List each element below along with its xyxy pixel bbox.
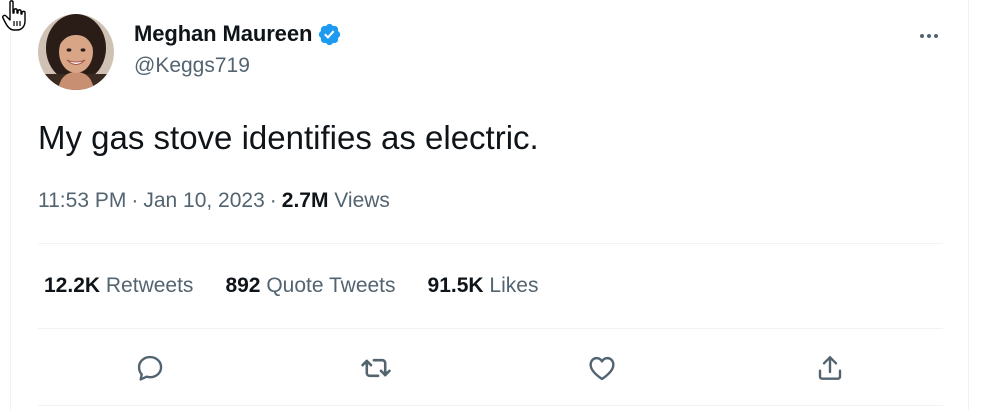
quote-tweets-label: Quote Tweets [266, 274, 396, 297]
avatar[interactable] [38, 14, 114, 90]
verified-badge-icon [319, 23, 341, 45]
tweet-time[interactable]: 11:53 PM [38, 189, 126, 212]
divider [38, 328, 943, 329]
tweet-date[interactable]: Jan 10, 2023 [143, 189, 264, 212]
retweet-icon [361, 358, 391, 378]
display-name[interactable]: Meghan Maureen [134, 21, 312, 47]
timeline-border-right [968, 0, 969, 410]
reply-icon [137, 355, 163, 381]
likes-stat[interactable]: 91.5K Likes [428, 274, 539, 298]
more-options-button[interactable] [914, 26, 944, 46]
share-button[interactable] [810, 348, 850, 388]
likes-label: Likes [489, 274, 539, 297]
tweet-metadata: 11:53 PM · Jan 10, 2023 · 2.7M Views [38, 189, 390, 213]
like-icon [589, 356, 615, 381]
divider [38, 405, 943, 406]
quote-tweets-stat[interactable]: 892 Quote Tweets [225, 274, 395, 298]
divider [38, 243, 943, 244]
more-dots-icon [920, 34, 924, 38]
author-name-row: Meghan Maureen [134, 20, 342, 48]
retweets-stat[interactable]: 12.2K Retweets [44, 274, 193, 298]
retweet-button[interactable] [356, 348, 396, 388]
reply-button[interactable] [130, 348, 170, 388]
views-label: Views [334, 189, 390, 212]
retweets-label: Retweets [105, 274, 194, 297]
likes-count: 91.5K [427, 274, 484, 297]
share-icon [818, 356, 842, 380]
user-handle[interactable]: @Keggs719 [134, 54, 250, 78]
meta-separator: · [131, 189, 139, 212]
quote-tweets-count: 892 [225, 274, 261, 297]
hand-cursor-icon [2, 0, 26, 31]
retweets-count: 12.2K [44, 274, 101, 297]
tweet-text: My gas stove identifies as electric. [38, 119, 539, 156]
meta-separator: · [269, 189, 277, 212]
engagement-stats: 12.2K Retweets 892 Quote Tweets 91.5K Li… [44, 274, 570, 298]
timeline-border-left [10, 0, 11, 410]
like-button[interactable] [582, 348, 622, 388]
views-count: 2.7M [281, 189, 329, 212]
